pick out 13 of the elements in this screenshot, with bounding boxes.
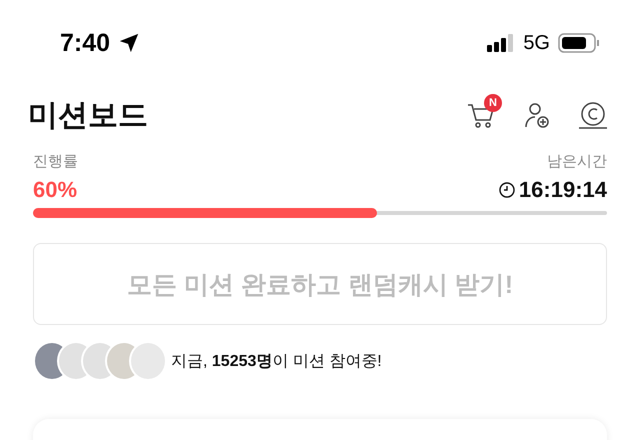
clock-icon [498, 182, 515, 198]
network-label: 5G [523, 32, 550, 54]
countdown-timer: 16:19:14 [518, 177, 607, 203]
progress-label: 진행률 [33, 152, 78, 171]
page-title: 미션보드 [28, 98, 148, 134]
new-badge: N [484, 94, 502, 112]
signal-icon [487, 34, 516, 52]
time-left-label: 남은시간 [547, 152, 607, 171]
battery-icon [558, 33, 600, 53]
participants-text: 지금, 15253명이 미션 참여중! [171, 352, 382, 372]
clock-time: 7:40 [60, 28, 110, 58]
location-arrow-icon [118, 32, 140, 54]
progress-percent: 60% [33, 177, 78, 203]
